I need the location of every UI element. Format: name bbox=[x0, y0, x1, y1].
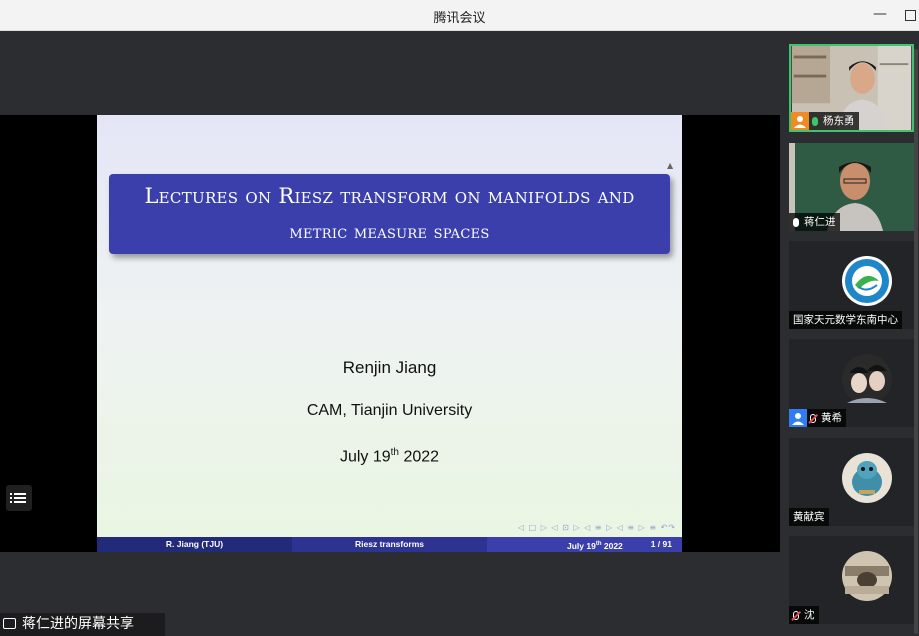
maximize-button[interactable] bbox=[905, 10, 916, 21]
screen-share-indicator[interactable]: 蒋仁进的屏幕共享 bbox=[0, 613, 165, 636]
footer-date-page: July 19th 2022 1 / 91 bbox=[487, 537, 682, 552]
slide-title-line2: metric measure spaces bbox=[289, 221, 490, 243]
title-bar: 腾讯会议 — bbox=[0, 0, 919, 31]
presentation-slide: ▲ Lectures on Riesz transform on manifol… bbox=[97, 115, 682, 552]
beamer-nav-icons: ◁ □ ▷ ◁ ⊡ ▷ ◁ ≡ ▷ ◁ ≡ ▷ ≡ ↶↷ bbox=[517, 523, 676, 532]
participant-name-label: 黄希 bbox=[789, 409, 846, 427]
participant-panel: 杨东勇 蒋仁进 国家天元数学东南中心 黄希 黄献宾 沈 bbox=[780, 31, 919, 636]
slide-footer: R. Jiang (TJU) Riesz transforms July 19t… bbox=[97, 537, 682, 552]
footer-author: R. Jiang (TJU) bbox=[97, 537, 292, 552]
participant-tile-3[interactable]: 国家天元数学东南中心 bbox=[789, 241, 914, 329]
host-icon bbox=[791, 112, 809, 130]
slide-affiliation: CAM, Tianjin University bbox=[306, 402, 473, 419]
host-icon bbox=[789, 409, 807, 427]
participant-scrollbar[interactable] bbox=[914, 49, 918, 634]
screen-share-icon bbox=[3, 618, 16, 629]
footer-page: 1 / 91 bbox=[650, 539, 672, 549]
participant-tile-6[interactable]: 沈 bbox=[789, 536, 914, 624]
slide-title-line1: Lectures on Riesz transform on manifolds… bbox=[144, 184, 635, 208]
participant-tile-1[interactable]: 杨东勇 bbox=[789, 44, 914, 132]
participant-tile-2[interactable]: 蒋仁进 bbox=[789, 143, 914, 231]
participant-name-label: 沈 bbox=[789, 606, 819, 624]
participant-name-label: 杨东勇 bbox=[791, 112, 859, 130]
mic-on-icon bbox=[812, 116, 818, 126]
participant-tile-5[interactable]: 黄献宾 bbox=[789, 438, 914, 526]
participant-name-label: 国家天元数学东南中心 bbox=[789, 311, 902, 329]
footer-date: July 19th 2022 bbox=[567, 540, 623, 551]
mouse-cursor-icon: ▲ bbox=[667, 161, 674, 170]
footer-title: Riesz transforms bbox=[292, 537, 487, 552]
minimize-button[interactable]: — bbox=[873, 6, 887, 24]
slide-author: Renjin Jiang bbox=[342, 358, 437, 377]
list-menu-icon[interactable] bbox=[6, 485, 32, 511]
participant-name-label: 蒋仁进 bbox=[789, 213, 840, 231]
screen-share-label: 蒋仁进的屏幕共享 bbox=[22, 616, 134, 632]
mic-muted-icon bbox=[793, 610, 799, 620]
mic-muted-icon bbox=[810, 413, 816, 423]
slide-date: July 19th 2022 bbox=[339, 447, 440, 466]
participant-name-label: 黄献宾 bbox=[789, 508, 829, 526]
shared-screen: ▲ Lectures on Riesz transform on manifol… bbox=[0, 115, 780, 552]
shared-screen-area: ▲ Lectures on Riesz transform on manifol… bbox=[0, 31, 780, 636]
slide-title-box: Lectures on Riesz transform on manifolds… bbox=[109, 174, 670, 254]
window-title: 腾讯会议 bbox=[433, 11, 486, 26]
participant-tile-4[interactable]: 黄希 bbox=[789, 339, 914, 427]
mic-on-icon bbox=[793, 217, 799, 227]
